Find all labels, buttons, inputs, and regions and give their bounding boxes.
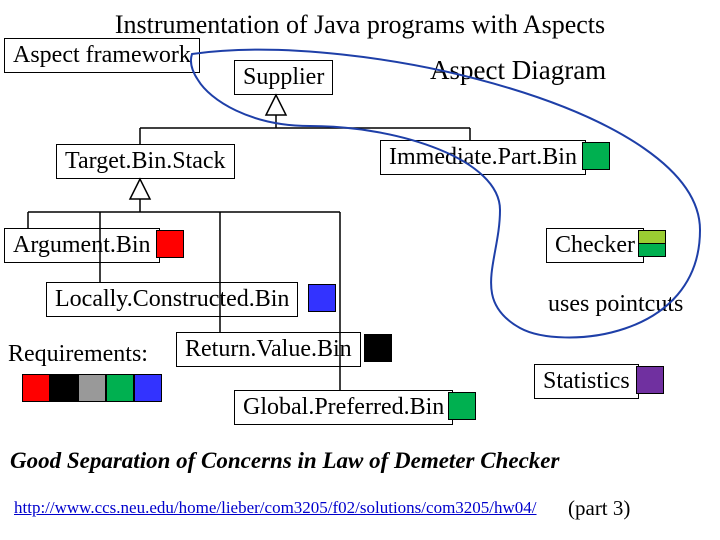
checker-swatch-2 (638, 243, 666, 257)
footer-link[interactable]: http://www.ccs.neu.edu/home/lieber/com32… (14, 498, 537, 518)
caption-text: Good Separation of Concerns in Law of De… (10, 448, 559, 474)
locally-constructed-bin-box: Locally.Constructed.Bin (46, 282, 298, 317)
uses-pointcuts-label: uses pointcuts (548, 290, 683, 319)
req-swatch-2 (50, 374, 78, 402)
statistics-box: Statistics (534, 364, 639, 399)
global-swatch (448, 392, 476, 420)
argument-swatch (156, 230, 184, 258)
return-value-bin-box: Return.Value.Bin (176, 332, 361, 367)
return-swatch (364, 334, 392, 362)
global-preferred-bin-box: Global.Preferred.Bin (234, 390, 453, 425)
aspect-framework-box: Aspect framework (4, 38, 200, 73)
req-swatch-5 (134, 374, 162, 402)
aspect-diagram-label: Aspect Diagram (430, 54, 606, 86)
supplier-box: Supplier (234, 60, 333, 95)
req-swatch-3 (78, 374, 106, 402)
req-swatch-1 (22, 374, 50, 402)
immediate-swatch (582, 142, 610, 170)
req-swatch-4 (106, 374, 134, 402)
page-title: Instrumentation of Java programs with As… (0, 10, 720, 40)
checker-swatch-1 (638, 230, 666, 244)
part-label: (part 3) (568, 496, 630, 521)
statistics-swatch (636, 366, 664, 394)
checker-box: Checker (546, 228, 644, 263)
locally-swatch (308, 284, 336, 312)
target-bin-stack-box: Target.Bin.Stack (56, 144, 235, 179)
requirements-label: Requirements: (8, 340, 148, 369)
argument-bin-box: Argument.Bin (4, 228, 160, 263)
immediate-part-bin-box: Immediate.Part.Bin (380, 140, 586, 175)
